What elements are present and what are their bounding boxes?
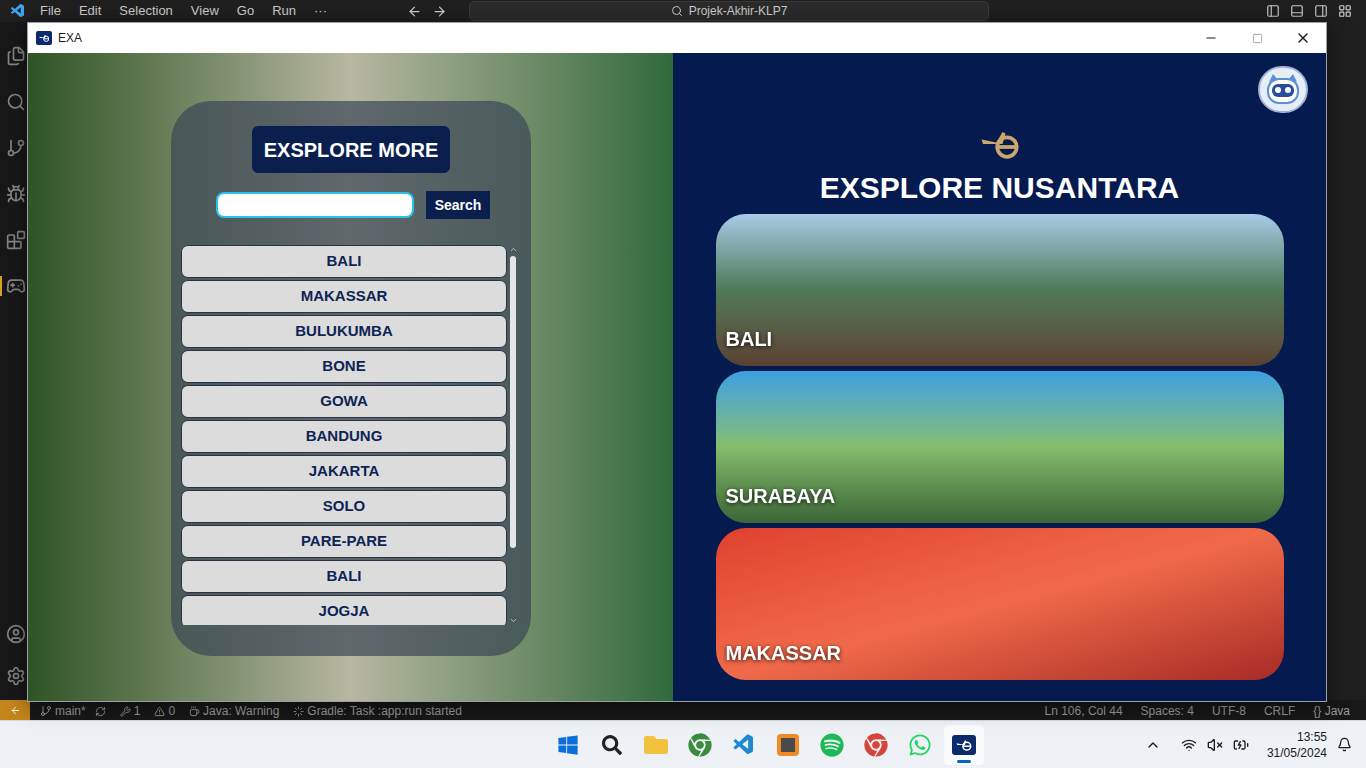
vscode-title-bar: File Edit Selection View Go Run ··· Projek-Akhi… <box>0 0 1366 22</box>
ports-status[interactable]: 1 <box>120 702 141 720</box>
explore-side: EXSPLORE MORESearchBALIMAKASSARBULUKUMBA… <box>28 53 673 701</box>
destination-item[interactable]: BULUKUMBA <box>181 315 507 348</box>
destination-list: BALIMAKASSARBULUKUMBABONEGOWABANDUNGJAKA… <box>181 245 519 625</box>
avatar-button[interactable] <box>1258 66 1308 113</box>
menu-item[interactable]: Selection <box>119 1 172 21</box>
taskbar-explorer-icon[interactable] <box>636 725 676 765</box>
taskbar-apps <box>548 725 984 765</box>
branch-status[interactable]: main* <box>40 702 106 720</box>
forward-icon[interactable] <box>432 4 447 19</box>
maximize-button[interactable] <box>1234 23 1280 53</box>
menu-item[interactable]: File <box>40 1 61 21</box>
activity-bar <box>0 22 27 700</box>
remote-indicator[interactable] <box>0 700 30 720</box>
taskbar-spotify-icon[interactable] <box>812 725 852 765</box>
destination-item[interactable]: PARE-PARE <box>181 525 507 558</box>
window-title-bar: EXA <box>28 23 1326 53</box>
problems-status[interactable]: 0 <box>154 702 175 720</box>
destination-item[interactable]: MAKASSAR <box>181 280 507 313</box>
destination-card[interactable]: BALI <box>716 214 1284 366</box>
source-control-icon[interactable] <box>6 138 26 158</box>
explore-panel: EXSPLORE MORESearchBALIMAKASSARBULUKUMBA… <box>171 101 531 656</box>
destination-item[interactable]: BANDUNG <box>181 420 507 453</box>
search-input[interactable] <box>216 192 414 218</box>
gamepad-icon[interactable] <box>6 276 26 296</box>
explorer-icon[interactable] <box>6 46 26 66</box>
taskbar-exa-icon[interactable] <box>944 725 984 765</box>
layout-icon[interactable] <box>1338 4 1352 18</box>
settings-icon[interactable] <box>6 666 26 686</box>
destination-item[interactable]: GOWA <box>181 385 507 418</box>
menu-item[interactable]: Run <box>272 1 296 21</box>
desktop: File Edit Selection View Go Run ··· Projek-Akhi… <box>0 0 1366 768</box>
battery-icon[interactable] <box>1233 737 1249 753</box>
card-label: BALI <box>726 324 773 354</box>
destination-card[interactable]: MAKASSAR <box>716 528 1284 680</box>
exa-logo-icon <box>956 739 972 751</box>
taskbar-search-icon[interactable] <box>592 725 632 765</box>
taskbar-start-icon[interactable] <box>548 725 588 765</box>
clock[interactable]: 13:5531/05/2024 <box>1267 729 1327 761</box>
taskbar-whatsapp-icon[interactable] <box>900 725 940 765</box>
vscode-logo-icon <box>10 3 26 19</box>
account-icon[interactable] <box>6 624 26 644</box>
scrollbar-thumb[interactable] <box>510 256 516 548</box>
status-item[interactable]: UTF-8 <box>1212 702 1246 720</box>
status-item[interactable]: Ln 106, Col 44 <box>1045 702 1123 720</box>
taskbar-vscode-icon[interactable] <box>724 725 764 765</box>
extensions-icon[interactable] <box>6 230 26 250</box>
status-item[interactable]: {} Java <box>1313 702 1350 720</box>
search-button[interactable]: Search <box>426 191 491 219</box>
wifi-icon[interactable] <box>1181 737 1197 753</box>
main-side: EXSPLORE NUSANTARA BALI SURABAYA MAKASSAR <box>673 53 1326 701</box>
gradle-status[interactable]: Gradle: Task :app:run started <box>293 702 462 720</box>
taskbar: 13:5531/05/2024 <box>0 720 1366 768</box>
destination-item[interactable]: BONE <box>181 350 507 383</box>
menu-item[interactable]: Edit <box>79 1 101 21</box>
destination-item[interactable]: BALI <box>181 560 507 593</box>
minimize-button[interactable] <box>1188 23 1234 53</box>
volume-muted-icon[interactable] <box>1207 737 1223 753</box>
close-button[interactable] <box>1280 23 1326 53</box>
exa-window: EXAEXSPLORE MORESearchBALIMAKASSARBULUKU… <box>27 22 1327 702</box>
command-search[interactable]: Projek-Akhir-KLP7 <box>469 1 989 21</box>
status-bar: main* 10 Java: Warning Gradle: Task :app:ru… <box>0 700 1366 720</box>
destination-card[interactable]: SURABAYA <box>716 371 1284 523</box>
window-app-icon <box>36 31 52 45</box>
status-item[interactable]: CRLF <box>1264 702 1295 720</box>
menu-item[interactable]: ··· <box>314 1 327 21</box>
java-status[interactable]: Java: Warning <box>189 702 279 720</box>
destination-item[interactable]: JAKARTA <box>181 455 507 488</box>
menu-bar: File Edit Selection View Go Run ··· <box>40 1 327 21</box>
destination-item[interactable]: BALI <box>181 245 507 278</box>
menu-item[interactable]: Go <box>237 1 254 21</box>
card-label: MAKASSAR <box>726 638 842 668</box>
explore-title: EXSPLORE MORE <box>252 126 450 173</box>
tray-overflow-icon[interactable] <box>1145 737 1161 753</box>
search-row: Search <box>171 191 531 219</box>
destination-item[interactable]: SOLO <box>181 490 507 523</box>
toggle-sidebar-icon[interactable] <box>1266 4 1280 18</box>
taskbar-chrome-profile-icon[interactable] <box>856 725 896 765</box>
exa-logo-icon <box>980 129 1019 159</box>
robot-cat-avatar-icon <box>1263 72 1303 108</box>
search-icon[interactable] <box>6 92 26 112</box>
menu-item[interactable]: View <box>191 1 219 21</box>
list-scrollbar[interactable] <box>507 245 519 625</box>
exa-logo-icon <box>39 34 49 42</box>
taskbar-chrome-icon[interactable] <box>680 725 720 765</box>
destination-item[interactable]: JOGJA <box>181 595 507 625</box>
window-title: EXA <box>58 29 82 47</box>
window-content: EXSPLORE MORESearchBALIMAKASSARBULUKUMBA… <box>28 53 1326 701</box>
destination-cards: BALI SURABAYA MAKASSAR <box>716 214 1284 680</box>
taskbar-sublime-icon[interactable] <box>768 725 808 765</box>
back-icon[interactable] <box>407 4 422 19</box>
toggle-panel-icon[interactable] <box>1290 4 1304 18</box>
status-item[interactable]: Spaces: 4 <box>1141 702 1194 720</box>
main-title: EXSPLORE NUSANTARA <box>820 170 1179 206</box>
card-label: SURABAYA <box>726 481 836 511</box>
notification-icon[interactable] <box>1337 737 1352 752</box>
toggle-secondary-icon[interactable] <box>1314 4 1328 18</box>
debug-icon[interactable] <box>6 184 26 204</box>
